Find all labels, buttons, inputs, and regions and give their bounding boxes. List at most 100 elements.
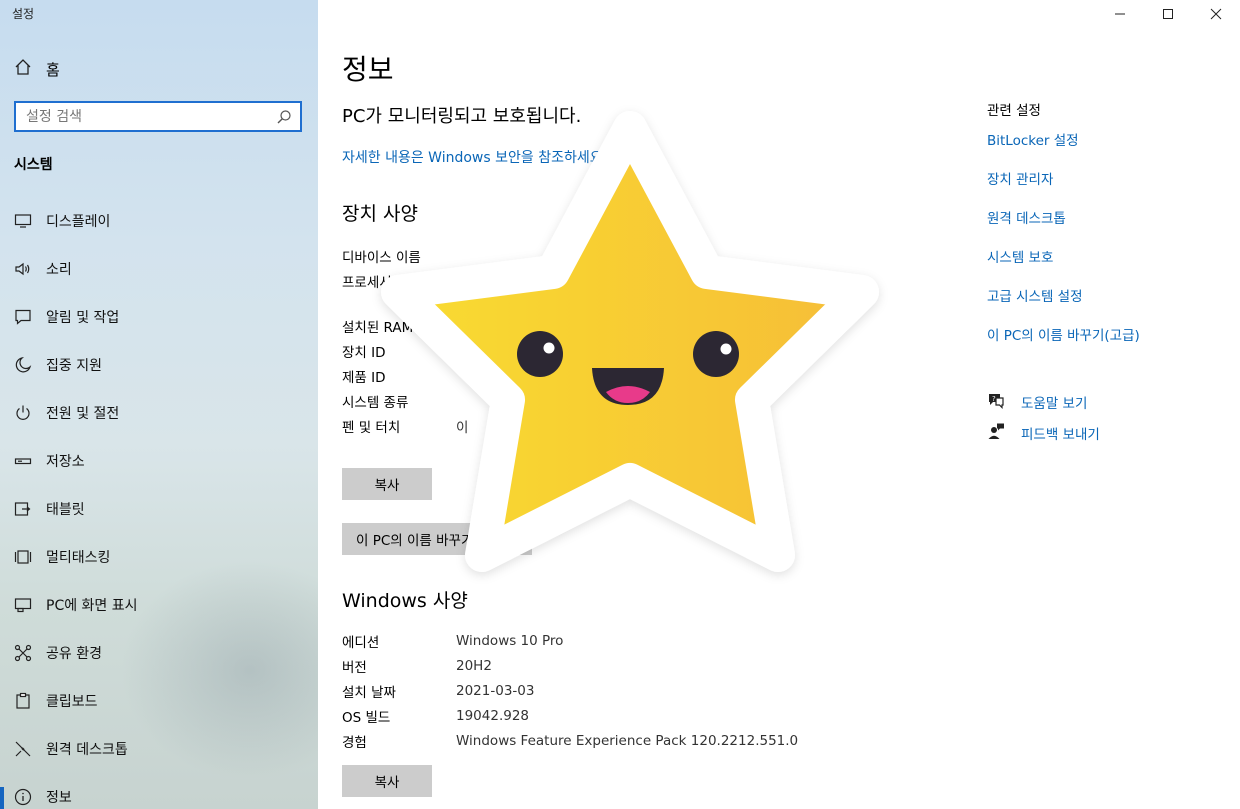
spec-row: 제품 ID: [342, 363, 468, 388]
home-icon: [14, 58, 32, 80]
maximize-button[interactable]: [1144, 0, 1192, 28]
spec-key: 경험: [342, 734, 367, 751]
help-section: ? 도움말 보기 피드백 보내기: [987, 386, 1100, 448]
multitask-icon: [14, 548, 32, 566]
sidebar-item-label: 멀티태스킹: [46, 550, 111, 566]
sidebar-item-multitasking[interactable]: 멀티태스킹: [0, 533, 318, 581]
monitor-icon: [14, 212, 32, 230]
advanced-system-settings-link[interactable]: 고급 시스템 설정: [987, 285, 1140, 324]
close-button[interactable]: [1192, 0, 1240, 28]
spec-key: 에디션: [342, 634, 380, 651]
rename-pc-button[interactable]: 이 PC의 이름 바꾸기: [342, 523, 532, 555]
spec-key: 디바이스 이름: [342, 249, 421, 266]
related-settings-title: 관련 설정: [987, 103, 1041, 119]
search-box[interactable]: [14, 101, 302, 132]
sidebar-item-about[interactable]: 정보: [0, 773, 318, 809]
windows-specs-heading: Windows 사양: [342, 590, 468, 612]
spec-value: 20H2: [456, 657, 492, 674]
sidebar-item-label: 집중 지원: [46, 358, 102, 374]
spec-value: Windows Feature Experience Pack 120.2212…: [456, 732, 799, 749]
sidebar-item-focus-assist[interactable]: 집중 지원: [0, 341, 318, 389]
sidebar-item-remote-desktop[interactable]: 원격 데스크톱: [0, 725, 318, 773]
project-icon: [14, 596, 32, 614]
spec-value: 19042.928: [456, 707, 530, 724]
svg-text:?: ?: [992, 395, 996, 403]
sidebar-item-sound[interactable]: 소리: [0, 245, 318, 293]
spec-row: 설치 날짜 2021-03-03: [342, 678, 798, 703]
send-feedback-label: 피드백 보내기: [1021, 426, 1100, 443]
sidebar-item-notifications[interactable]: 알림 및 작업: [0, 293, 318, 341]
window-title: 설정: [12, 7, 35, 21]
sidebar-item-label: 디스플레이: [46, 214, 111, 230]
get-help-link[interactable]: ? 도움말 보기: [987, 386, 1100, 417]
spec-key: OS 빌드: [342, 709, 391, 726]
copy-windows-specs-button[interactable]: 복사: [342, 765, 432, 797]
system-protection-link[interactable]: 시스템 보호: [987, 246, 1140, 285]
spec-row: 장치 ID: [342, 338, 468, 363]
spec-key: 장치 ID: [342, 344, 386, 361]
message-icon: [14, 308, 32, 326]
tablet-icon: [14, 500, 32, 518]
sidebar-nav: 디스플레이 소리 알림 및 작업 집중 지원 전원 및 절전 저장소 태블릿 멀…: [0, 197, 318, 809]
help-icon: ?: [987, 391, 1005, 413]
main-panel: 정보 PC가 모니터링되고 보호됩니다. 자세한 내용은 Windows 보안을…: [318, 0, 1240, 809]
spec-row: OS 빌드 19042.928: [342, 703, 798, 728]
spec-row: 프로세서: [342, 268, 468, 293]
remote-desktop-link[interactable]: 원격 데스크톱: [987, 207, 1140, 246]
send-feedback-link[interactable]: 피드백 보내기: [987, 417, 1100, 448]
moon-icon: [14, 356, 32, 374]
sidebar-item-display[interactable]: 디스플레이: [0, 197, 318, 245]
sidebar: 설정 홈 시스템 디스플레이 소리 알림 및 작업 집중 지원: [0, 0, 318, 809]
spec-key: 제품 ID: [342, 369, 386, 386]
sidebar-item-label: 원격 데스크톱: [46, 742, 128, 758]
sidebar-item-power[interactable]: 전원 및 절전: [0, 389, 318, 437]
search-icon[interactable]: [276, 109, 292, 125]
sidebar-item-label: 알림 및 작업: [46, 310, 120, 326]
spec-key: 시스템 종류: [342, 394, 409, 411]
copy-device-specs-button[interactable]: 복사: [342, 468, 432, 500]
search-input[interactable]: [26, 108, 276, 125]
bitlocker-settings-link[interactable]: BitLocker 설정: [987, 129, 1140, 168]
device-manager-link[interactable]: 장치 관리자: [987, 168, 1140, 207]
maximize-icon: [1162, 5, 1174, 24]
spec-row: 펜 및 터치 이: [342, 413, 468, 438]
minimize-button[interactable]: [1096, 0, 1144, 28]
sidebar-item-shared-experiences[interactable]: 공유 환경: [0, 629, 318, 677]
related-settings: 관련 설정 BitLocker 설정 장치 관리자 원격 데스크톱 시스템 보호…: [987, 99, 1140, 363]
clipboard-icon: [14, 692, 32, 710]
spec-row: 설치된 RAM: [342, 313, 468, 338]
sidebar-item-label: 클립보드: [46, 694, 98, 710]
sidebar-item-tablet[interactable]: 태블릿: [0, 485, 318, 533]
spec-value: 이: [456, 419, 469, 436]
spec-key: 버전: [342, 659, 367, 676]
sidebar-item-label: 정보: [46, 790, 72, 806]
windows-security-link[interactable]: 자세한 내용은 Windows 보안을 참조하세요.: [342, 147, 607, 167]
close-icon: [1210, 5, 1222, 24]
home-label: 홈: [46, 60, 60, 79]
spec-key: 설치 날짜: [342, 684, 396, 701]
sidebar-item-label: PC에 화면 표시: [46, 598, 138, 614]
rename-pc-advanced-link[interactable]: 이 PC의 이름 바꾸기(고급): [987, 324, 1140, 363]
sidebar-item-label: 소리: [46, 262, 72, 278]
spec-value: Windows 10 Pro: [456, 632, 564, 649]
protection-status: PC가 모니터링되고 보호됩니다.: [342, 106, 582, 127]
info-icon: [14, 788, 32, 806]
page-title: 정보: [342, 53, 394, 86]
spec-row: 버전 20H2: [342, 653, 798, 678]
sidebar-item-project[interactable]: PC에 화면 표시: [0, 581, 318, 629]
sidebar-item-clipboard[interactable]: 클립보드: [0, 677, 318, 725]
sidebar-item-label: 태블릿: [46, 502, 85, 518]
speaker-icon: [14, 260, 32, 278]
get-help-label: 도움말 보기: [1021, 395, 1088, 412]
power-icon: [14, 404, 32, 422]
minimize-icon: [1114, 5, 1126, 24]
home-nav[interactable]: 홈: [14, 58, 60, 80]
sidebar-item-label: 공유 환경: [46, 646, 102, 662]
spec-row: 시스템 종류: [342, 388, 468, 413]
window-controls: [1096, 0, 1240, 28]
sidebar-item-storage[interactable]: 저장소: [0, 437, 318, 485]
device-specs-table: 디바이스 이름 프로세서 설치된 RAM 장치 ID 제품 ID 시스템 종류 …: [342, 243, 468, 438]
remote-icon: [14, 740, 32, 758]
windows-specs-table: 에디션 Windows 10 Pro 버전 20H2 설치 날짜 2021-03-03…: [342, 628, 798, 753]
feedback-icon: [987, 422, 1005, 444]
